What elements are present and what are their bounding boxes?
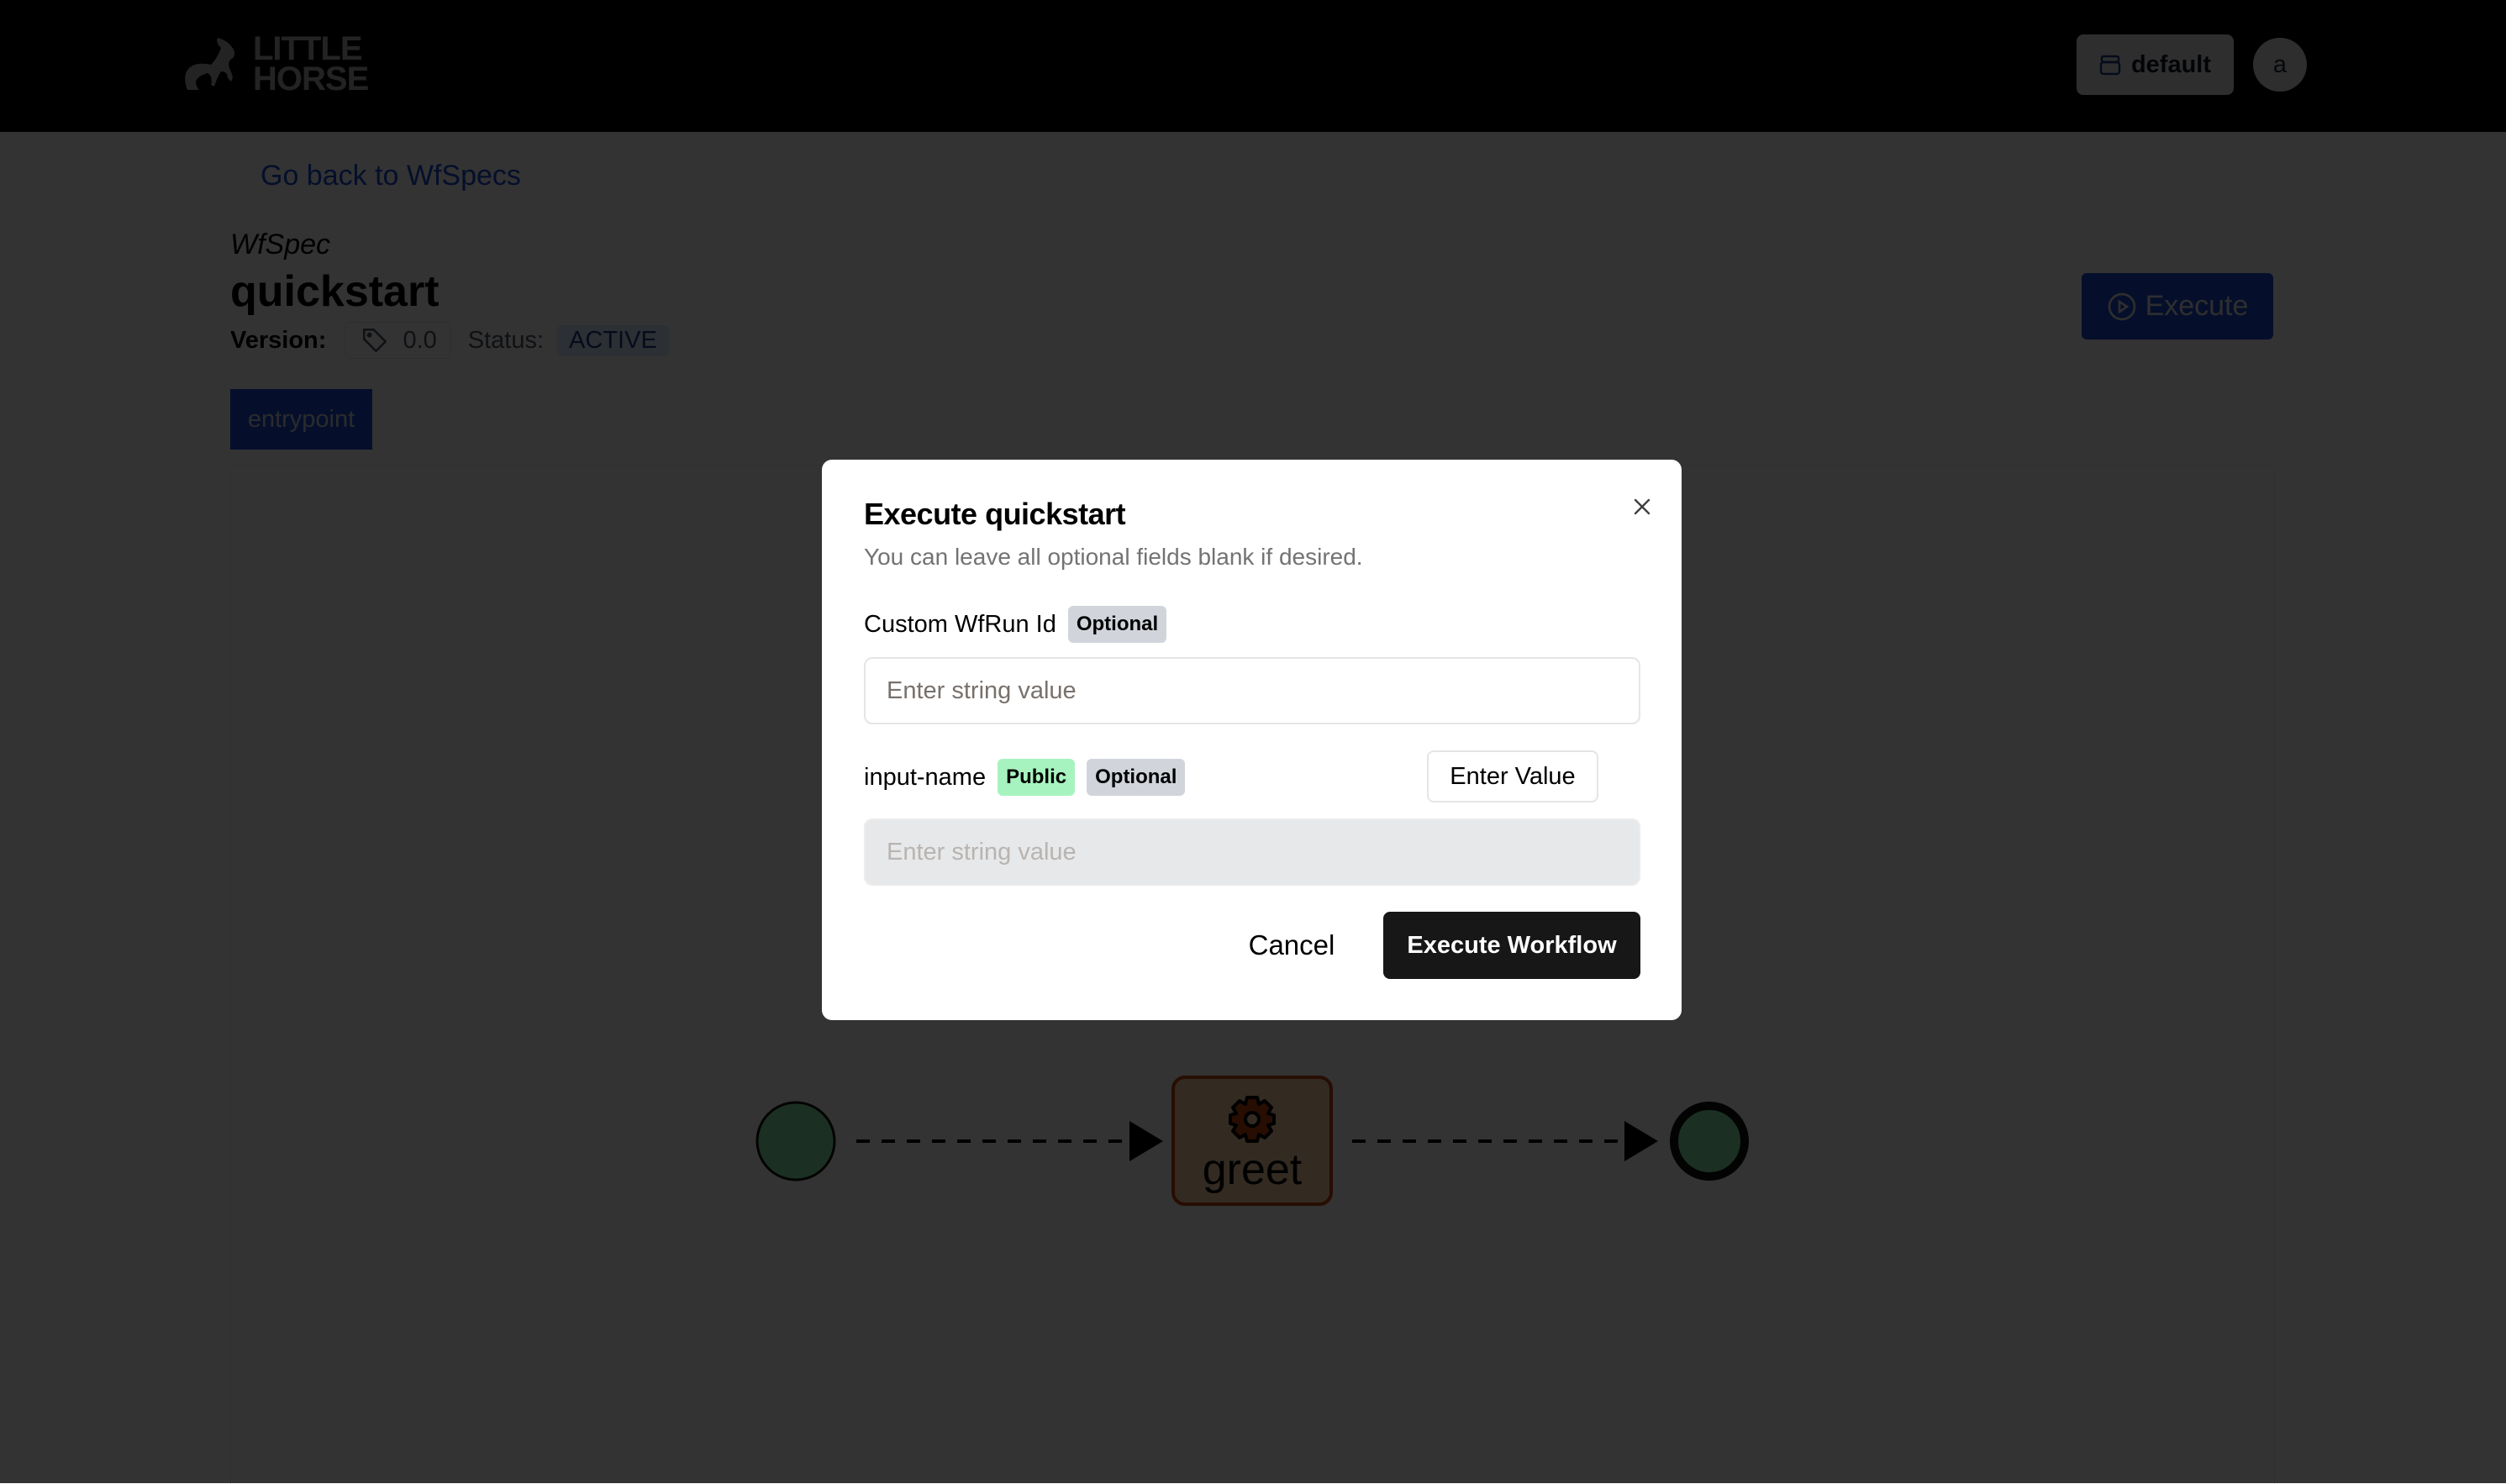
execute-workflow-button[interactable]: Execute Workflow — [1383, 912, 1640, 979]
cancel-button[interactable]: Cancel — [1237, 912, 1346, 979]
optional-badge: Optional — [1067, 606, 1167, 643]
custom-wfrun-id-input[interactable] — [864, 657, 1640, 724]
enter-value-button[interactable]: Enter Value — [1427, 750, 1598, 803]
close-icon — [1634, 498, 1650, 515]
public-badge: Public — [998, 759, 1076, 796]
input-name-label: input-name — [864, 763, 987, 791]
optional-badge: Optional — [1087, 759, 1186, 796]
input-name-label-row: input-name Public Optional — [864, 759, 1186, 796]
close-dialog-button[interactable] — [1627, 492, 1657, 522]
dialog-description: You can leave all optional fields blank … — [864, 544, 1363, 570]
custom-wfrun-id-label: Custom WfRun Id — [864, 610, 1056, 638]
custom-wfrun-id-label-row: Custom WfRun Id Optional — [864, 606, 1167, 643]
execute-workflow-dialog: Execute quickstart You can leave all opt… — [822, 460, 1682, 1020]
dialog-title: Execute quickstart — [864, 497, 1126, 531]
input-name-input[interactable] — [864, 818, 1640, 886]
